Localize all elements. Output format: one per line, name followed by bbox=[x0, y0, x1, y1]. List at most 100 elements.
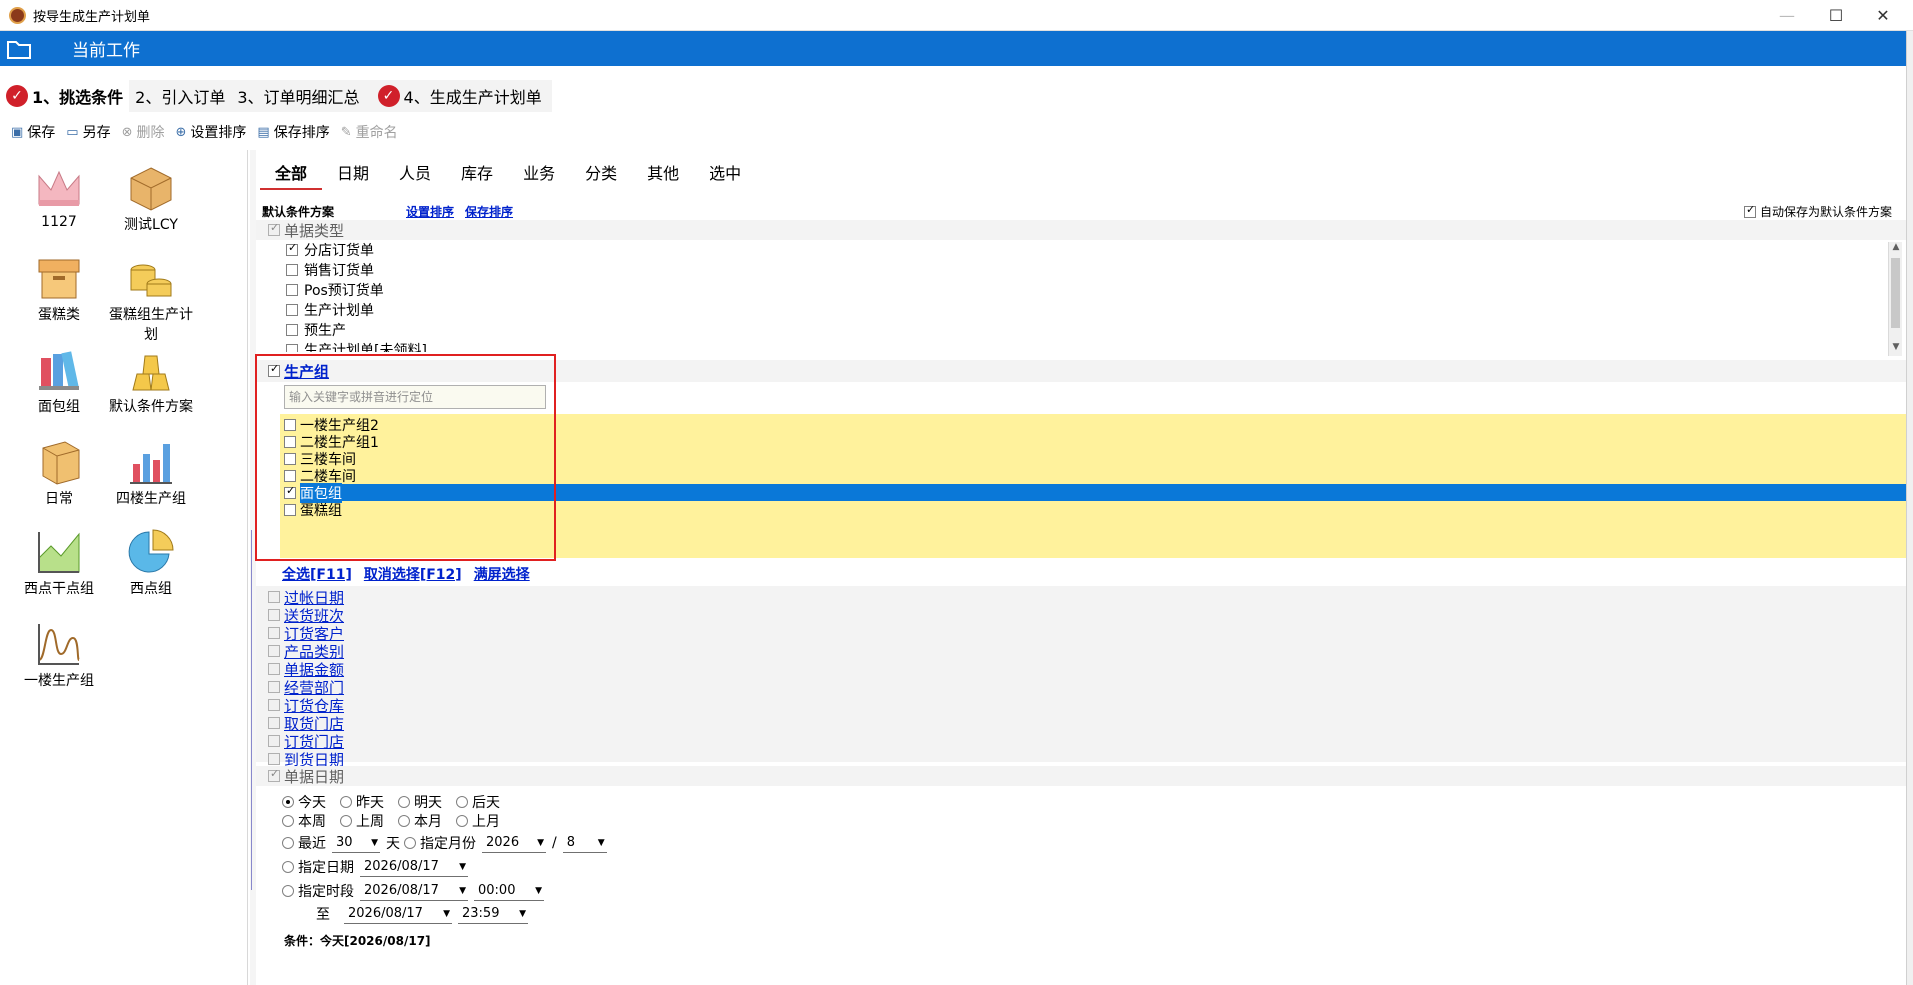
scheme-item[interactable]: 一楼生产组 bbox=[14, 620, 104, 690]
criteria-item[interactable]: 经营部门 bbox=[268, 678, 344, 697]
tab-people[interactable]: 人员 bbox=[384, 158, 446, 190]
radio-button[interactable] bbox=[282, 861, 294, 873]
fullscreen-select-link[interactable]: 满屏选择 bbox=[474, 564, 530, 584]
save-as-button[interactable]: ▭ 另存 bbox=[66, 122, 110, 142]
select-all-link[interactable]: 全选[F11] bbox=[282, 564, 352, 584]
scroll-up-icon[interactable]: ▲ bbox=[1889, 242, 1903, 256]
scheme-item[interactable]: 面包组 bbox=[14, 346, 104, 416]
recent-days-select[interactable]: 30 ▼ bbox=[332, 833, 380, 853]
radio-button[interactable] bbox=[282, 837, 294, 849]
radio-button[interactable] bbox=[398, 796, 410, 808]
step-tab-generate-plan[interactable]: ✓ 4、生成生产计划单 bbox=[365, 80, 552, 112]
today-option[interactable]: 今天 bbox=[282, 792, 326, 812]
list-item[interactable]: 生产计划单[未领料] bbox=[286, 340, 427, 352]
delete-button[interactable]: ⊗ 删除 bbox=[122, 122, 165, 142]
list-item[interactable]: 预生产 bbox=[286, 320, 346, 340]
criteria-checkbox[interactable] bbox=[268, 735, 280, 747]
criteria-checkbox[interactable] bbox=[268, 717, 280, 729]
criteria-item[interactable]: 过帐日期 bbox=[268, 588, 344, 607]
last-month-option[interactable]: 上月 bbox=[456, 811, 500, 831]
item-checkbox[interactable] bbox=[284, 484, 296, 499]
tab-category[interactable]: 分类 bbox=[570, 158, 632, 190]
criteria-checkbox[interactable] bbox=[268, 681, 280, 693]
scheme-item[interactable]: 默认条件方案 bbox=[106, 346, 196, 416]
item-checkbox[interactable] bbox=[284, 418, 296, 431]
save-button[interactable]: ▣ 保存 bbox=[11, 122, 55, 142]
tab-business[interactable]: 业务 bbox=[508, 158, 570, 190]
tab-all[interactable]: 全部 bbox=[260, 158, 323, 190]
set-sort-button[interactable]: ⊕ 设置排序 bbox=[176, 122, 247, 142]
range-to-time-picker[interactable]: 23:59 ▼ bbox=[458, 904, 528, 924]
criteria-checkbox[interactable] bbox=[268, 645, 280, 657]
day-after-option[interactable]: 后天 bbox=[456, 792, 500, 812]
splitter-grip[interactable] bbox=[251, 530, 254, 890]
radio-button[interactable] bbox=[282, 885, 294, 897]
list-item[interactable]: Pos预订货单 bbox=[286, 280, 384, 300]
radio-button[interactable] bbox=[282, 815, 294, 827]
specific-date-option[interactable]: 指定日期 bbox=[282, 857, 354, 877]
month-select[interactable]: 8 ▼ bbox=[562, 833, 607, 853]
criteria-checkbox[interactable] bbox=[268, 663, 280, 675]
recent-option[interactable]: 最近 bbox=[282, 833, 326, 853]
criteria-item[interactable]: 订货门店 bbox=[268, 732, 344, 751]
set-sort-link[interactable]: 设置排序 bbox=[406, 203, 454, 220]
scheme-item[interactable]: 四楼生产组 bbox=[106, 438, 196, 508]
scheme-item[interactable]: 测试LCY bbox=[106, 164, 196, 234]
radio-button[interactable] bbox=[340, 796, 352, 808]
scheme-item[interactable]: 西点组 bbox=[106, 528, 196, 598]
item-checkbox[interactable] bbox=[286, 264, 298, 276]
doc-date-header[interactable]: 单据日期 bbox=[256, 766, 1906, 786]
radio-button[interactable] bbox=[282, 796, 294, 808]
criteria-item[interactable]: 订货客户 bbox=[268, 624, 344, 643]
item-checkbox[interactable] bbox=[284, 452, 296, 465]
close-button[interactable]: ✕ bbox=[1860, 0, 1906, 31]
radio-button[interactable] bbox=[456, 815, 468, 827]
criteria-checkbox[interactable] bbox=[268, 609, 280, 621]
step-tab-order-summary[interactable]: 3、订单明细汇总 bbox=[231, 80, 366, 112]
tab-other[interactable]: 其他 bbox=[632, 158, 694, 190]
criteria-checkbox[interactable] bbox=[268, 591, 280, 603]
last-week-option[interactable]: 上周 bbox=[340, 811, 384, 831]
item-checkbox[interactable] bbox=[286, 241, 298, 256]
criteria-item[interactable]: 订货仓库 bbox=[268, 696, 344, 715]
item-checkbox[interactable] bbox=[284, 435, 296, 448]
step-tab-select-conditions[interactable]: ✓ 1、挑选条件 bbox=[0, 80, 130, 112]
item-checkbox[interactable] bbox=[286, 344, 298, 352]
deselect-link[interactable]: 取消选择[F12] bbox=[364, 564, 462, 584]
date-picker[interactable]: 2026/08/17 ▼ bbox=[360, 857, 468, 877]
step-tab-import-orders[interactable]: 2、引入订单 bbox=[129, 80, 232, 112]
doc-type-header[interactable]: 单据类型 bbox=[256, 220, 1906, 240]
list-item[interactable]: 分店订货单 bbox=[286, 240, 374, 260]
criteria-checkbox[interactable] bbox=[268, 699, 280, 711]
tomorrow-option[interactable]: 明天 bbox=[398, 792, 442, 812]
item-checkbox[interactable] bbox=[284, 503, 296, 516]
criteria-item[interactable]: 单据金额 bbox=[268, 660, 344, 679]
criteria-item[interactable]: 取货门店 bbox=[268, 714, 344, 733]
save-sort-link[interactable]: 保存排序 bbox=[465, 203, 513, 220]
doc-type-scrollbar[interactable]: ▲ ▼ bbox=[1888, 242, 1902, 356]
list-item[interactable]: 销售订货单 bbox=[286, 260, 374, 280]
tab-selected[interactable]: 选中 bbox=[694, 158, 756, 190]
time-range-option[interactable]: 指定时段 bbox=[282, 881, 354, 901]
scheme-item[interactable]: 蛋糕类 bbox=[14, 254, 104, 324]
range-to-date-picker[interactable]: 2026/08/17 ▼ bbox=[344, 904, 452, 924]
month-option[interactable]: 指定月份 bbox=[404, 833, 476, 853]
maximize-button[interactable]: ☐ bbox=[1813, 0, 1859, 31]
scroll-down-icon[interactable]: ▼ bbox=[1889, 342, 1903, 356]
scroll-thumb[interactable] bbox=[1891, 258, 1900, 328]
doc-type-checkbox[interactable] bbox=[268, 221, 280, 236]
scheme-item[interactable]: 西点干点组 bbox=[14, 528, 104, 598]
item-checkbox[interactable] bbox=[286, 324, 298, 336]
doc-date-checkbox[interactable] bbox=[268, 767, 280, 782]
criteria-checkbox[interactable] bbox=[268, 753, 280, 765]
item-checkbox[interactable] bbox=[286, 304, 298, 316]
list-item[interactable]: 生产计划单 bbox=[286, 300, 374, 320]
auto-save-option[interactable]: 自动保存为默认条件方案 bbox=[1743, 203, 1892, 220]
criteria-checkbox[interactable] bbox=[268, 627, 280, 639]
radio-button[interactable] bbox=[456, 796, 468, 808]
save-sort-button[interactable]: ▤ 保存排序 bbox=[257, 122, 329, 142]
year-select[interactable]: 2026 ▼ bbox=[482, 833, 546, 853]
range-from-date-picker[interactable]: 2026/08/17 ▼ bbox=[360, 881, 468, 901]
range-from-time-picker[interactable]: 00:00 ▼ bbox=[474, 881, 544, 901]
minimize-button[interactable]: — bbox=[1764, 0, 1810, 31]
